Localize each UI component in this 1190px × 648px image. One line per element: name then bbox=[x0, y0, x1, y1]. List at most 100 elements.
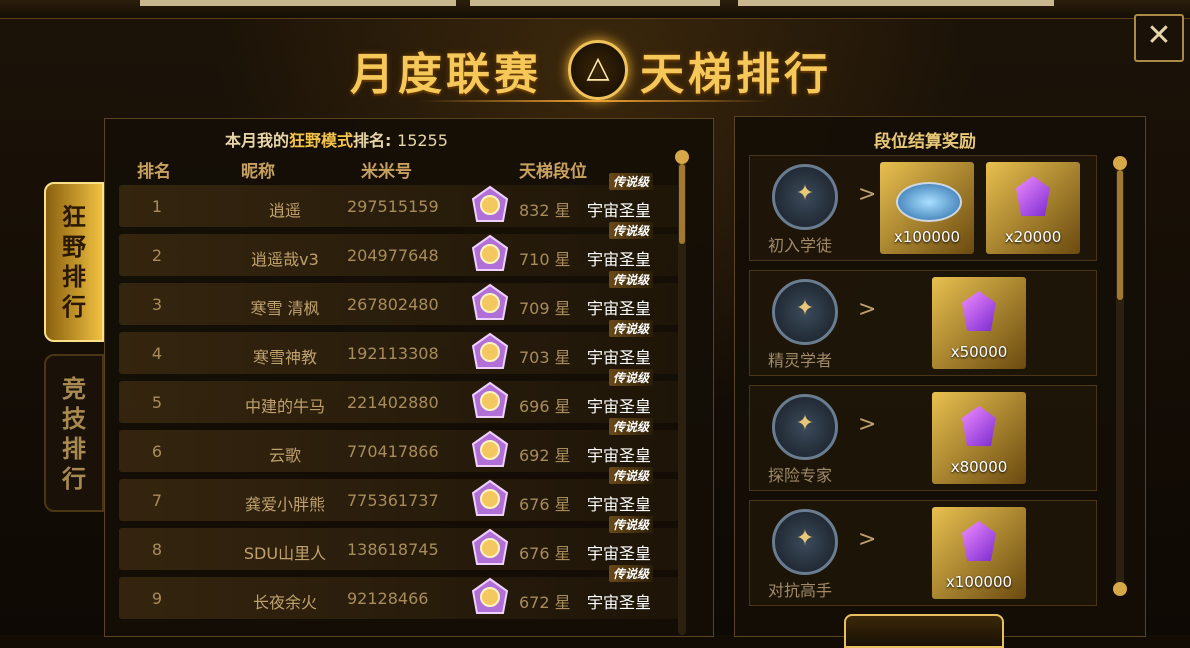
close-button[interactable]: ✕ bbox=[1134, 14, 1184, 62]
tier-badge-icon bbox=[471, 283, 509, 320]
legend-tag: 传说级 bbox=[609, 467, 654, 484]
tier-badge-icon bbox=[471, 234, 509, 271]
row-star-label: 星 bbox=[554, 299, 571, 318]
arrow-icon: > bbox=[858, 527, 877, 552]
row-tier: 宇宙圣皇 bbox=[587, 593, 652, 612]
scroll-thumb[interactable] bbox=[675, 150, 689, 164]
title-glow bbox=[420, 100, 770, 102]
column-nickname: 昵称 bbox=[241, 162, 275, 182]
row-rank: 8 bbox=[151, 540, 163, 559]
row-rank: 6 bbox=[151, 442, 163, 461]
reward-item[interactable]: x50000 bbox=[932, 277, 1026, 369]
row-star-label: 星 bbox=[554, 250, 571, 269]
tab-label: 竞技排行 bbox=[62, 375, 86, 493]
my-rank-mode: 狂野模式 bbox=[289, 131, 354, 150]
ranking-panel: 本月我的狂野模式排名: 15255 排名 昵称 米米号 天梯段位 1 逍遥 2975… bbox=[104, 118, 714, 637]
rank-emblem-icon: ✦ bbox=[772, 164, 838, 230]
bottom-button[interactable] bbox=[844, 614, 1004, 648]
my-rank: 本月我的狂野模式排名: 15255 bbox=[225, 127, 448, 151]
table-row[interactable]: 3 寒雪 清枫 267802480 709 星宇宙圣皇 传说级 bbox=[119, 271, 679, 325]
tier-badge-icon bbox=[471, 381, 509, 418]
column-mimi-id: 米米号 bbox=[361, 162, 412, 182]
row-star-label: 星 bbox=[554, 201, 571, 220]
row-mimi-id: 770417866 bbox=[347, 442, 439, 461]
rewards-panel: 段位结算奖励 ✦ 初入学徒 > x100000 x20000 ✦ 精灵学者 > x50000 ✦ 探… bbox=[734, 116, 1146, 637]
table-row[interactable]: 7 龚爱小胖熊 775361737 676 星宇宙圣皇 传说级 bbox=[119, 467, 679, 521]
row-rank: 4 bbox=[151, 344, 163, 363]
table-row[interactable]: 4 寒雪神教 192113308 703 星宇宙圣皇 传说级 bbox=[119, 320, 679, 374]
close-icon: ✕ bbox=[1146, 18, 1172, 53]
row-mimi-id: 192113308 bbox=[347, 344, 439, 363]
legend-tag: 传说级 bbox=[609, 173, 654, 190]
scroll-bar-fill bbox=[1117, 170, 1123, 300]
reward-amount: x100000 bbox=[945, 573, 1013, 591]
legend-tag: 传说级 bbox=[609, 320, 654, 337]
row-star-count: 692 星 bbox=[519, 442, 571, 466]
row-star-count: 696 星 bbox=[519, 393, 571, 417]
rewards-scrollbar[interactable] bbox=[1113, 156, 1127, 596]
reward-rank-name: 精灵学者 bbox=[768, 351, 833, 370]
tab-label: 狂野排行 bbox=[62, 203, 86, 321]
scroll-thumb[interactable] bbox=[1113, 156, 1127, 170]
reward-amount: x50000 bbox=[950, 343, 1008, 361]
row-star-count: 676 星 bbox=[519, 491, 571, 515]
frame-segment bbox=[470, 0, 720, 6]
legend-tag: 传说级 bbox=[609, 369, 654, 386]
table-row[interactable]: 8 SDU山里人 138618745 676 星宇宙圣皇 传说级 bbox=[119, 516, 679, 570]
row-rank: 2 bbox=[151, 246, 163, 265]
tier-badge-icon bbox=[471, 528, 509, 565]
table-row[interactable]: 1 逍遥 297515159 832 星宇宙圣皇 传说级 bbox=[119, 173, 679, 227]
row-star-label: 星 bbox=[554, 593, 571, 612]
row-stars: 676 bbox=[519, 544, 550, 563]
row-stars: 703 bbox=[519, 348, 550, 367]
row-mimi-id: 92128466 bbox=[347, 589, 429, 608]
tier-badge-icon bbox=[471, 332, 509, 369]
table-row[interactable]: 9 长夜余火 92128466 672 星宇宙圣皇 传说级 bbox=[119, 565, 679, 619]
table-row[interactable]: 6 云歌 770417866 692 星宇宙圣皇 传说级 bbox=[119, 418, 679, 472]
legend-tag: 传说级 bbox=[609, 418, 654, 435]
title-right: 天梯排行 bbox=[640, 49, 832, 100]
row-star-count: 709 星 bbox=[519, 295, 571, 319]
rank-emblem-icon: ✦ bbox=[772, 394, 838, 460]
reward-item[interactable]: x100000 bbox=[880, 162, 974, 254]
row-tier: 宇宙圣皇 bbox=[587, 495, 652, 514]
frame-segment bbox=[738, 0, 1054, 6]
row-tier: 宇宙圣皇 bbox=[587, 348, 652, 367]
reward-item[interactable]: x80000 bbox=[932, 392, 1026, 484]
disc-item-icon bbox=[896, 182, 962, 222]
row-mimi-id: 267802480 bbox=[347, 295, 439, 314]
my-rank-suffix: 排名: bbox=[353, 131, 392, 150]
row-star-label: 星 bbox=[554, 495, 571, 514]
triangle-emblem-icon: △ bbox=[568, 40, 628, 100]
tab-wild-ranking[interactable]: 狂野排行 bbox=[44, 182, 104, 342]
row-tier: 宇宙圣皇 bbox=[587, 544, 652, 563]
arrow-icon: > bbox=[858, 297, 877, 322]
reward-item[interactable]: x20000 bbox=[986, 162, 1080, 254]
crystal-icon bbox=[1016, 176, 1050, 216]
row-star-label: 星 bbox=[554, 397, 571, 416]
table-row[interactable]: 2 逍遥哉v3 204977648 710 星宇宙圣皇 传说级 bbox=[119, 222, 679, 276]
tab-competitive-ranking[interactable]: 竞技排行 bbox=[44, 354, 104, 512]
reward-item[interactable]: x100000 bbox=[932, 507, 1026, 599]
tier-badge-icon bbox=[471, 185, 509, 222]
reward-amount: x80000 bbox=[950, 458, 1008, 476]
legend-tag: 传说级 bbox=[609, 516, 654, 533]
row-star-label: 星 bbox=[554, 544, 571, 563]
tier-badge-icon bbox=[471, 430, 509, 467]
row-star-count: 672 星 bbox=[519, 589, 571, 613]
ranking-scrollbar[interactable] bbox=[675, 150, 689, 635]
scroll-bar-fill bbox=[679, 164, 685, 244]
row-stars: 832 bbox=[519, 201, 550, 220]
row-stars: 696 bbox=[519, 397, 550, 416]
column-rank: 排名 bbox=[137, 162, 171, 182]
row-star-label: 星 bbox=[554, 446, 571, 465]
tier-badge-icon bbox=[471, 479, 509, 516]
table-row[interactable]: 5 中建的牛马 221402880 696 星宇宙圣皇 传说级 bbox=[119, 369, 679, 423]
page-title: 月度联赛 △ 天梯排行 bbox=[300, 30, 890, 110]
row-star-count: 832 星 bbox=[519, 197, 571, 221]
row-stars: 676 bbox=[519, 495, 550, 514]
top-frame bbox=[0, 0, 1190, 19]
row-tier: 宇宙圣皇 bbox=[587, 397, 652, 416]
row-rank: 9 bbox=[151, 589, 163, 608]
row-stars: 692 bbox=[519, 446, 550, 465]
